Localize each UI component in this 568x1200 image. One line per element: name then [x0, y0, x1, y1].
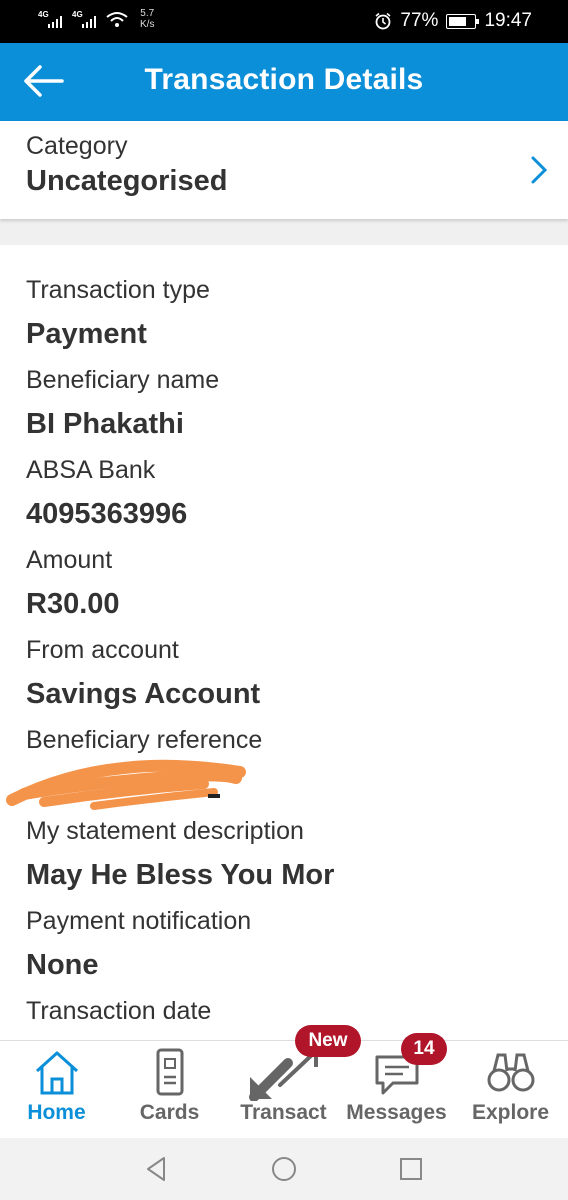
- nav-cards[interactable]: Cards: [113, 1041, 226, 1139]
- system-nav-bar: [0, 1138, 568, 1200]
- payment-notification-label: Payment notification: [26, 907, 252, 935]
- status-bar: 4G 4G 5.7 K/s 77% 19:47: [0, 0, 568, 43]
- home-circle-icon[interactable]: [269, 1154, 299, 1184]
- battery-icon: [446, 13, 480, 29]
- amount-value: R30.00: [26, 588, 120, 620]
- transact-new-badge: New: [295, 1025, 361, 1057]
- home-icon: [35, 1051, 78, 1095]
- payment-notification-value: None: [26, 949, 99, 981]
- battery-percent: 77%: [400, 10, 439, 31]
- beneficiary-name-label: Beneficiary name: [26, 366, 220, 394]
- nav-explore-label: Explore: [471, 1101, 550, 1124]
- chevron-right-icon: [531, 156, 548, 184]
- category-value: Uncategorised: [26, 165, 228, 197]
- nav-home[interactable]: Home: [0, 1041, 113, 1139]
- account-number-value: 4095363996: [26, 498, 188, 530]
- binoculars-icon: [487, 1053, 534, 1092]
- transaction-date-label: Transaction date: [26, 997, 212, 1025]
- from-account-value: Savings Account: [26, 678, 261, 710]
- bank-name-label: ABSA Bank: [26, 456, 156, 484]
- recents-square-icon[interactable]: [396, 1154, 426, 1184]
- nav-home-label: Home: [27, 1101, 86, 1124]
- nav-transact-label: Transact: [240, 1101, 327, 1124]
- speed-unit: K/s: [140, 19, 155, 30]
- nav-messages-label: Messages: [346, 1101, 447, 1124]
- amount-label: Amount: [26, 546, 113, 574]
- card-icon: [156, 1048, 183, 1096]
- messages-count-badge: 14: [401, 1033, 447, 1065]
- transaction-type-label: Transaction type: [26, 276, 210, 304]
- nav-cards-label: Cards: [139, 1101, 200, 1124]
- statement-description-value: May He Bless You Mor: [26, 859, 335, 891]
- redaction-scribble: [6, 759, 246, 810]
- cell-signal-icon: 4G: [38, 8, 66, 30]
- beneficiary-name-value: BI Phakathi: [26, 408, 184, 440]
- wifi-icon: [106, 12, 128, 27]
- app-bar: Transaction Details: [0, 43, 568, 121]
- nav-explore[interactable]: Explore: [454, 1041, 567, 1139]
- transaction-type-value: Payment: [26, 318, 147, 350]
- speed-value: 5.7: [140, 8, 155, 19]
- cell-signal-icon: 4G: [72, 8, 100, 30]
- category-label: Category: [26, 132, 128, 160]
- alarm-icon: [375, 12, 391, 30]
- back-triangle-icon[interactable]: [142, 1154, 172, 1184]
- category-row[interactable]: Category Uncategorised: [0, 121, 568, 219]
- page-title: Transaction Details: [144, 63, 424, 96]
- network-speed: 5.7 K/s: [140, 8, 154, 30]
- from-account-label: From account: [26, 636, 179, 664]
- statement-description-label: My statement description: [26, 817, 304, 845]
- bottom-nav: Home Cards Transact Messages Explore: [0, 1040, 568, 1139]
- transaction-details: Transaction type Payment Beneficiary nam…: [0, 245, 568, 1045]
- beneficiary-reference-label: Beneficiary reference: [26, 726, 263, 754]
- clock: 19:47: [484, 10, 532, 31]
